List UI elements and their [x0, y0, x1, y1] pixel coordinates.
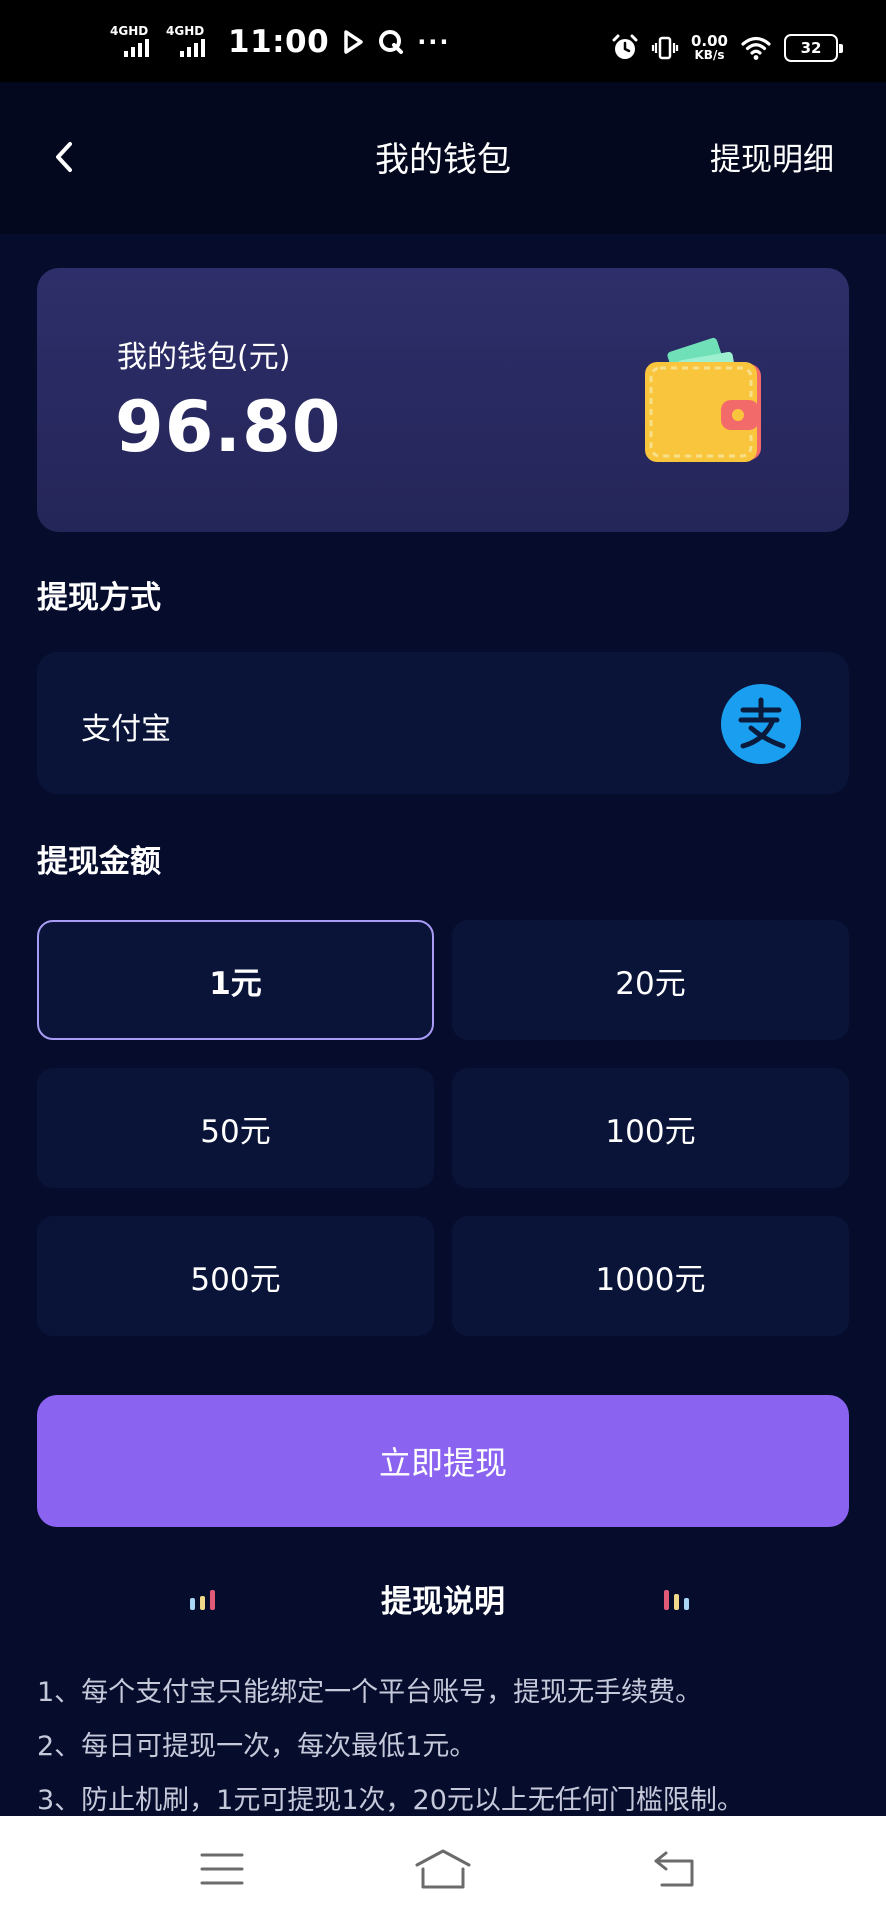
clock: 11:00	[228, 24, 330, 60]
amount-option-1[interactable]: 1元	[37, 920, 434, 1040]
amount-option-500[interactable]: 500元	[37, 1216, 434, 1336]
wallet-balance: 96.80	[115, 386, 342, 468]
system-back-button[interactable]	[646, 1844, 706, 1894]
method-section-title: 提现方式	[37, 580, 161, 616]
more-notifications: ···	[417, 28, 451, 56]
note-item-3: 3、防止机刷，1元可提现1次，20元以上无任何门槛限制。	[37, 1785, 744, 1816]
status-right: 0.00 KB/s 32	[611, 28, 843, 68]
battery-icon: 32	[784, 34, 843, 62]
amount-option-50[interactable]: 50元	[37, 1068, 434, 1188]
withdraw-history-link[interactable]: 提现明细	[710, 134, 834, 179]
net-speed-value: 0.00	[690, 32, 728, 50]
signal-1-label: 4GHD	[110, 24, 149, 38]
q-app-icon	[379, 30, 404, 54]
back-arrow-icon	[654, 1851, 694, 1887]
method-name: 支付宝	[81, 712, 171, 747]
amount-option-1000[interactable]: 1000元	[452, 1216, 849, 1336]
play-icon	[344, 30, 363, 54]
alarm-icon	[612, 34, 638, 59]
alipay-method-card[interactable]: 支付宝	[37, 652, 849, 794]
status-left: 4GHD 4GHD 11:00 ···	[110, 22, 451, 62]
signal-2: 4GHD	[166, 25, 212, 59]
menu-button[interactable]	[192, 1844, 252, 1894]
decor-bars-right-icon	[664, 1590, 689, 1610]
screen: 4GHD 4GHD 11:00 ··· 0.00 KB/s 32 我的钱包 提现…	[0, 0, 886, 1920]
signal-bars-icon	[180, 39, 205, 57]
wallet-balance-card: 我的钱包(元) 96.80	[37, 268, 849, 532]
net-speed-unit: KB/s	[694, 48, 725, 62]
wifi-icon	[741, 36, 771, 60]
home-icon	[415, 1849, 471, 1889]
wallet-label: 我的钱包(元)	[117, 340, 291, 375]
wallet-icon	[645, 337, 761, 462]
menu-icon	[200, 1853, 244, 1885]
home-button[interactable]	[413, 1844, 473, 1894]
notes-title: 提现说明	[381, 1584, 505, 1620]
amount-option-100[interactable]: 100元	[452, 1068, 849, 1188]
signal-2-label: 4GHD	[166, 24, 205, 38]
signal-1: 4GHD	[110, 25, 156, 59]
amount-section-title: 提现金额	[37, 844, 161, 880]
battery-level: 32	[800, 39, 822, 57]
note-item-2: 2、每日可提现一次，每次最低1元。	[37, 1731, 477, 1762]
amount-option-20[interactable]: 20元	[452, 920, 849, 1040]
vibrate-icon	[651, 36, 679, 60]
alipay-icon	[721, 684, 801, 764]
signal-bars-icon	[124, 39, 149, 57]
net-speed: 0.00 KB/s	[690, 32, 728, 63]
status-bar: 4GHD 4GHD 11:00 ··· 0.00 KB/s 32	[0, 0, 886, 82]
note-item-1: 1、每个支付宝只能绑定一个平台账号，提现无手续费。	[37, 1677, 703, 1708]
withdraw-now-button[interactable]: 立即提现	[37, 1395, 849, 1527]
nav-header: 我的钱包 提现明细	[0, 82, 886, 234]
notes-header: 提现说明	[0, 1576, 886, 1620]
system-nav-bar	[0, 1816, 886, 1920]
